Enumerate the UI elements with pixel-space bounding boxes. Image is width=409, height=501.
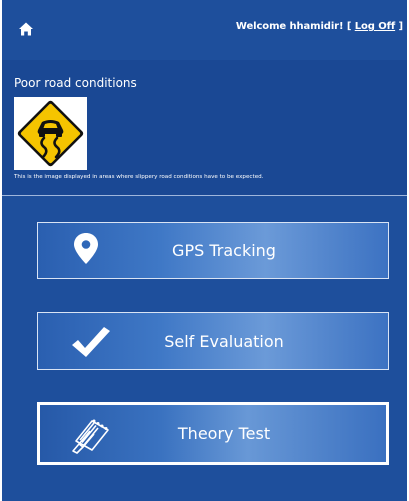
bracket-close: ] xyxy=(398,21,404,32)
self-evaluation-button[interactable]: Self Evaluation xyxy=(37,312,389,370)
section-divider xyxy=(2,195,407,196)
gps-tracking-label: GPS Tracking xyxy=(172,241,276,260)
info-panel: Poor road conditions This is the image d… xyxy=(2,60,407,195)
app-screen: Welcome hhamidir! [ Log Off ] Poor road … xyxy=(2,0,407,501)
theory-test-button[interactable]: Theory Test xyxy=(37,402,389,465)
welcome-message: Welcome hhamidir! [ Log Off ] xyxy=(236,21,403,32)
top-bar: Welcome hhamidir! [ Log Off ] xyxy=(2,0,407,60)
log-off-link[interactable]: Log Off xyxy=(355,21,395,32)
home-icon[interactable] xyxy=(18,21,34,37)
info-title: Poor road conditions xyxy=(14,76,137,90)
info-caption: This is the image displayed in areas whe… xyxy=(14,174,264,180)
self-evaluation-label: Self Evaluation xyxy=(164,331,284,351)
theory-test-label: Theory Test xyxy=(177,424,271,443)
gps-tracking-button[interactable]: GPS Tracking xyxy=(37,222,389,279)
bracket-open: [ xyxy=(346,21,352,32)
welcome-text: Welcome hhamidir! xyxy=(235,21,344,32)
slippery-road-sign-image xyxy=(14,97,87,170)
